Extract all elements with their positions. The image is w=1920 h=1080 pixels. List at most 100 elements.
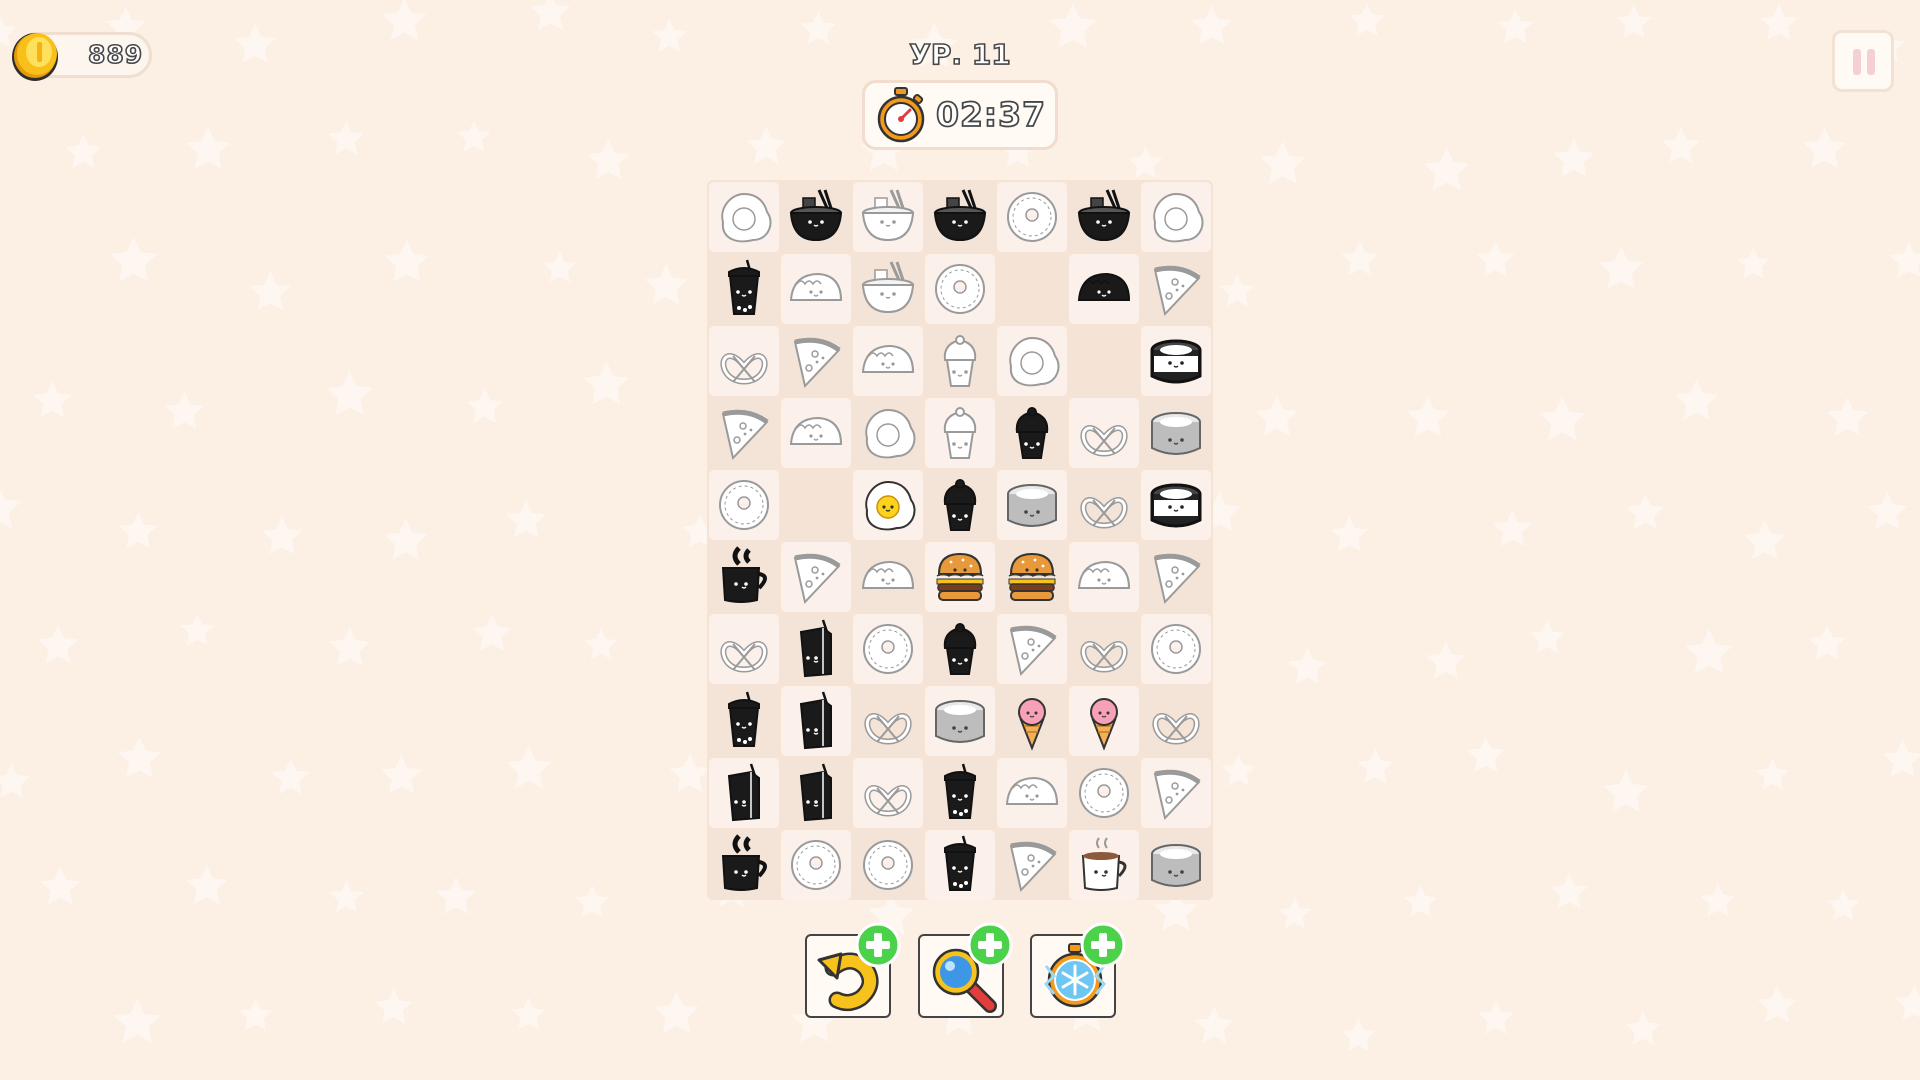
tile-juice-filled[interactable]: [781, 614, 851, 684]
empty-cell: [781, 470, 851, 540]
tile-ramen-outline[interactable]: [853, 182, 923, 252]
tile-boba-filled[interactable]: [925, 758, 995, 828]
tile-icecream-color[interactable]: [1069, 686, 1139, 756]
tile-egg-outline[interactable]: [709, 182, 779, 252]
tile-pretzel-outline[interactable]: [1069, 470, 1139, 540]
tile-pizza-outline[interactable]: [1141, 758, 1211, 828]
tile-egg-outline[interactable]: [1141, 182, 1211, 252]
tile-coffee-color[interactable]: [1069, 830, 1139, 900]
tile-juice-filled[interactable]: [709, 758, 779, 828]
tile-pretzel-outline[interactable]: [709, 614, 779, 684]
tile-juice-filled[interactable]: [781, 758, 851, 828]
juice-icon: [799, 619, 832, 678]
taco-icon: [861, 344, 915, 373]
tile-cupcake-filled[interactable]: [925, 470, 995, 540]
tile-sushi-filled[interactable]: [1141, 326, 1211, 396]
tile-sushi-filled[interactable]: [1141, 470, 1211, 540]
tile-boba-filled[interactable]: [709, 254, 779, 324]
taco-icon: [789, 272, 843, 301]
burger-icon: [936, 552, 984, 601]
tile-pizza-outline[interactable]: [997, 614, 1067, 684]
tile-taco-outline[interactable]: [853, 326, 923, 396]
tile-sushi-gray[interactable]: [997, 470, 1067, 540]
tile-ramen-filled[interactable]: [925, 182, 995, 252]
juice-icon: [727, 763, 760, 822]
tile-pretzel-outline[interactable]: [853, 758, 923, 828]
tile-ramen-filled[interactable]: [1069, 182, 1139, 252]
tile-sushi-gray[interactable]: [1141, 398, 1211, 468]
tile-donut-outline[interactable]: [925, 254, 995, 324]
tile-egg-outline[interactable]: [997, 326, 1067, 396]
tile-donut-outline[interactable]: [709, 470, 779, 540]
tile-juice-filled[interactable]: [781, 686, 851, 756]
tile-taco-outline[interactable]: [781, 398, 851, 468]
taco-icon: [1077, 272, 1131, 301]
tile-pizza-outline[interactable]: [1141, 542, 1211, 612]
tile-boba-filled[interactable]: [709, 686, 779, 756]
pretzel-icon: [864, 713, 912, 745]
pretzel-icon: [1152, 713, 1200, 745]
taco-icon: [1077, 560, 1131, 589]
tile-taco-outline[interactable]: [997, 758, 1067, 828]
tile-taco-outline[interactable]: [781, 254, 851, 324]
tile-pizza-outline[interactable]: [997, 830, 1067, 900]
tile-pretzel-outline[interactable]: [1069, 614, 1139, 684]
add-undo-plus-icon[interactable]: [855, 922, 901, 968]
tile-boba-filled[interactable]: [925, 830, 995, 900]
tile-pizza-outline[interactable]: [1141, 254, 1211, 324]
tile-pizza-outline[interactable]: [781, 326, 851, 396]
tile-donut-outline[interactable]: [853, 830, 923, 900]
ramen-icon: [861, 261, 915, 314]
pizza-icon: [1153, 769, 1201, 821]
cupcake-icon: [943, 479, 977, 531]
tile-pretzel-outline[interactable]: [1141, 686, 1211, 756]
taco-icon: [861, 560, 915, 589]
pizza-icon: [1009, 625, 1057, 677]
tile-donut-outline[interactable]: [1069, 758, 1139, 828]
tile-pretzel-outline[interactable]: [853, 686, 923, 756]
tile-donut-outline[interactable]: [853, 614, 923, 684]
donut-icon: [935, 264, 985, 314]
pause-button[interactable]: [1832, 30, 1894, 92]
tile-sushi-gray[interactable]: [1141, 830, 1211, 900]
tile-taco-outline[interactable]: [1069, 542, 1139, 612]
donut-icon: [1007, 192, 1057, 242]
tile-cupcake-outline[interactable]: [925, 326, 995, 396]
tile-icecream-color[interactable]: [997, 686, 1067, 756]
tile-ramen-filled[interactable]: [781, 182, 851, 252]
tile-burger-color[interactable]: [925, 542, 995, 612]
add-hint-plus-icon[interactable]: [967, 922, 1013, 968]
add-freeze-plus-icon[interactable]: [1080, 922, 1126, 968]
tile-coffee-filled[interactable]: [709, 542, 779, 612]
juice-icon: [799, 763, 832, 822]
tile-taco-outline[interactable]: [853, 542, 923, 612]
ramen-icon: [861, 189, 915, 242]
tile-pretzel-outline[interactable]: [1069, 398, 1139, 468]
pizza-icon: [721, 409, 769, 461]
tile-cupcake-filled[interactable]: [997, 398, 1067, 468]
pizza-icon: [1153, 265, 1201, 317]
tile-cupcake-outline[interactable]: [925, 398, 995, 468]
tile-pizza-outline[interactable]: [781, 542, 851, 612]
empty-cell: [1069, 326, 1139, 396]
tile-sushi-gray[interactable]: [925, 686, 995, 756]
tile-egg-outline[interactable]: [853, 398, 923, 468]
tile-cupcake-filled[interactable]: [925, 614, 995, 684]
tile-pretzel-outline[interactable]: [709, 326, 779, 396]
tile-donut-outline[interactable]: [781, 830, 851, 900]
pizza-icon: [1153, 553, 1201, 605]
tile-taco-filled[interactable]: [1069, 254, 1139, 324]
tile-egg-color[interactable]: [853, 470, 923, 540]
tile-coffee-filled[interactable]: [709, 830, 779, 900]
ramen-icon: [789, 189, 843, 242]
tile-burger-color[interactable]: [997, 542, 1067, 612]
pretzel-icon: [720, 353, 768, 385]
tile-pizza-outline[interactable]: [709, 398, 779, 468]
pause-icon: [1853, 49, 1861, 75]
tile-donut-outline[interactable]: [997, 182, 1067, 252]
tile-donut-outline[interactable]: [1141, 614, 1211, 684]
ramen-icon: [933, 189, 987, 242]
tile-ramen-outline[interactable]: [853, 254, 923, 324]
egg-icon: [1009, 336, 1060, 387]
stopwatch-icon: [877, 87, 925, 143]
